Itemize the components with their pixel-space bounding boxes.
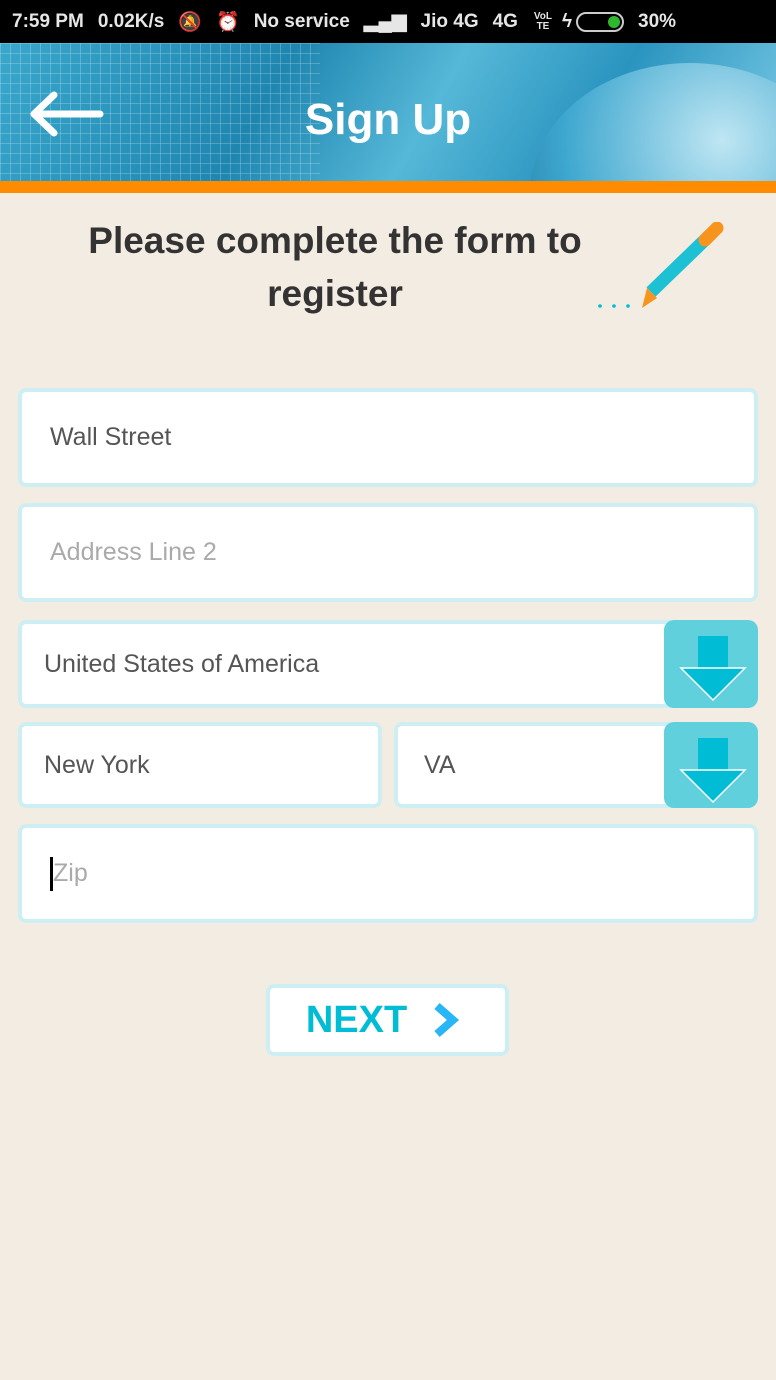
- address-line-1-value: Wall Street: [50, 423, 172, 451]
- zip-placeholder: Zip: [53, 859, 88, 887]
- header: Sign Up: [0, 43, 776, 181]
- country-value: United States of America: [44, 649, 320, 678]
- status-bar: 7:59 PM 0.02K/s 🔕 ⏰ No service ▂▄▆ Jio 4…: [0, 0, 776, 43]
- next-label: NEXT: [305, 998, 408, 1041]
- volte-indicator: VoLTE: [533, 10, 553, 32]
- next-button[interactable]: NEXT: [266, 984, 509, 1056]
- city-value: New York: [44, 750, 150, 779]
- state-value: VA: [424, 750, 456, 779]
- time: 7:59 PM: [12, 10, 84, 32]
- network-type: 4G: [492, 10, 518, 32]
- arrow-down-icon: [679, 738, 747, 804]
- alarm-icon: ⏰: [216, 11, 240, 33]
- charging-icon: ϟ: [561, 10, 573, 32]
- arrow-down-icon: [679, 636, 747, 702]
- carrier: Jio 4G: [420, 10, 479, 32]
- pencil-icon: [598, 222, 724, 308]
- header-divider: [0, 181, 776, 193]
- chevron-right-icon: [434, 1002, 460, 1038]
- zip-input[interactable]: Zip: [18, 824, 758, 923]
- form-heading: Please complete the form to register: [88, 220, 582, 314]
- state-dropdown-button[interactable]: [664, 722, 758, 808]
- battery-icon: [576, 11, 625, 32]
- battery-level: 30%: [638, 10, 677, 32]
- page-title: Sign Up: [304, 95, 472, 144]
- network-speed: 0.02K/s: [97, 10, 165, 32]
- no-service-text: No service: [253, 10, 350, 32]
- mute-icon: 🔕: [178, 11, 203, 33]
- signal-icon: ▂▄▆: [363, 11, 407, 32]
- country-dropdown-button[interactable]: [664, 620, 758, 708]
- country-select[interactable]: United States of America: [18, 620, 718, 708]
- city-input[interactable]: New York: [18, 722, 382, 808]
- address-line-2-placeholder: Address Line 2: [50, 538, 217, 566]
- address-line-1-input[interactable]: Wall Street: [18, 388, 758, 487]
- address-line-2-input[interactable]: Address Line 2: [18, 503, 758, 602]
